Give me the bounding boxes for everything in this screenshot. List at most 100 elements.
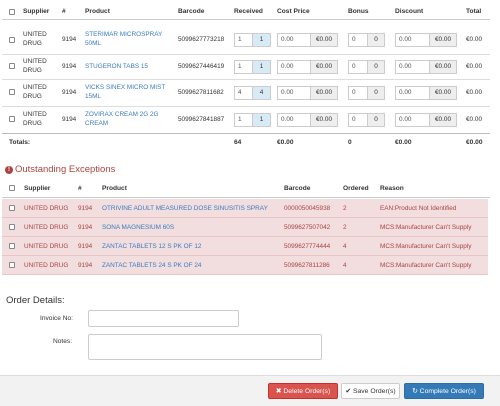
received-input[interactable]: 1	[234, 60, 253, 74]
ordered-cell: 2	[343, 205, 347, 212]
row-checkbox[interactable]	[9, 205, 15, 211]
footer-bar: ✖ Delete Order(s) ✔ Save Order(s) ↻ Comp…	[0, 375, 500, 406]
discount-input[interactable]: 0.00	[395, 60, 430, 74]
discount-input[interactable]: 0.00	[395, 86, 430, 100]
cost-price-input[interactable]: 0.00	[277, 60, 311, 74]
cost-price-addon: €0.00	[311, 33, 338, 47]
row-checkbox[interactable]	[9, 262, 15, 268]
exceptions-title: Outstanding Exceptions	[15, 164, 116, 175]
row-checkbox[interactable]	[9, 89, 15, 95]
notes-textarea[interactable]	[88, 334, 322, 360]
product-link[interactable]: VICKS SINEX MICRO MIST 15ML	[85, 84, 167, 101]
exc-col-reason: Reason	[380, 185, 404, 192]
save-orders-button[interactable]: ✔ Save Order(s)	[341, 383, 400, 399]
cost-price-input[interactable]: 0.00	[277, 86, 311, 100]
ordered-cell: 4	[343, 243, 347, 250]
exceptions-select-all-checkbox[interactable]	[9, 185, 15, 191]
col-cost-price: Cost Price	[277, 8, 310, 15]
supplier-cell: UNITED DRUG	[24, 224, 69, 231]
received-addon: 1	[253, 113, 271, 127]
barcode-cell: 5099627774444	[284, 243, 331, 250]
order-num-cell: 9194	[62, 89, 77, 96]
order-num-cell: 9194	[62, 63, 77, 70]
exc-col-ordered: Ordered	[343, 185, 369, 192]
invoice-input[interactable]	[88, 310, 239, 327]
cost-price-addon: €0.00	[311, 60, 338, 74]
refresh-icon: ↻	[412, 388, 420, 395]
invoice-label: Invoice No:	[40, 315, 73, 322]
order-num-cell: 9194	[78, 243, 93, 250]
received-input[interactable]: 1	[234, 113, 253, 127]
barcode-cell: 5099627841887	[178, 116, 225, 123]
discount-addon: €0.00	[430, 86, 457, 100]
complete-orders-button[interactable]: ↻ Complete Order(s)	[404, 383, 484, 399]
exception-row: UNITED DRUG 9194 ZANTAC TABLETS 24 S PK …	[2, 256, 488, 275]
order-num-cell: 9194	[78, 262, 93, 269]
bonus-addon: 0	[368, 33, 385, 47]
select-all-checkbox[interactable]	[9, 9, 15, 15]
cost-price-input[interactable]: 0.00	[277, 33, 311, 47]
row-checkbox[interactable]	[9, 243, 15, 249]
row-checkbox[interactable]	[9, 224, 15, 230]
reason-cell: MCS:Manufacturer Can't Supply	[380, 262, 472, 269]
barcode-cell: 0000050045938	[284, 205, 331, 212]
bonus-input[interactable]: 0	[348, 113, 368, 127]
order-num-cell: 9194	[78, 224, 93, 231]
totals-total: €0.00	[466, 139, 483, 146]
totals-cost: €0.00	[277, 139, 294, 146]
row-checkbox[interactable]	[9, 116, 15, 122]
cost-price-input[interactable]: 0.00	[277, 113, 311, 127]
col-num: #	[62, 8, 66, 15]
col-received: Received	[234, 8, 263, 15]
supplier-cell: UNITED DRUG	[24, 243, 69, 250]
totals-bonus: 0	[348, 139, 352, 146]
row-checkbox[interactable]	[9, 37, 15, 43]
complete-orders-label: Complete Order(s)	[419, 388, 476, 395]
product-link[interactable]: OTRIVINE ADULT MEASURED DOSE SINUSITIS S…	[102, 205, 268, 212]
delete-orders-button[interactable]: ✖ Delete Order(s)	[268, 383, 338, 399]
order-num-cell: 9194	[62, 116, 77, 123]
exc-col-barcode: Barcode	[284, 185, 311, 192]
total-cell: €0.00	[466, 63, 482, 70]
totals-received: 64	[234, 139, 242, 146]
product-link[interactable]: STUGERON TABS 15	[85, 63, 167, 72]
supplier-cell: UNITED DRUG	[23, 58, 47, 74]
supplier-cell: UNITED DRUG	[24, 262, 69, 269]
bonus-input[interactable]: 0	[348, 86, 368, 100]
received-input[interactable]: 4	[234, 86, 253, 100]
col-product: Product	[85, 8, 110, 15]
totals-label: Totals:	[9, 139, 31, 146]
product-link[interactable]: SONA MAGNESIUM 60S	[102, 224, 174, 231]
delete-orders-label: Delete Order(s)	[283, 388, 331, 395]
product-link[interactable]: ZOVIRAX CREAM 2G 2G CREAM	[85, 111, 167, 128]
col-bonus: Bonus	[348, 8, 369, 15]
bonus-input[interactable]: 0	[348, 60, 368, 74]
discount-addon: €0.00	[430, 60, 457, 74]
discount-addon: €0.00	[430, 113, 457, 127]
ordered-cell: 2	[343, 224, 347, 231]
barcode-cell: 5099627507042	[284, 224, 331, 231]
exc-col-product: Product	[102, 185, 127, 192]
reason-cell: MCS:Manufacturer Can't Supply	[380, 243, 472, 250]
received-input[interactable]: 1	[234, 33, 253, 47]
discount-input[interactable]: 0.00	[395, 33, 430, 47]
product-link[interactable]: ZANTAC TABLETS 24 S PK OF 24	[102, 262, 201, 269]
total-cell: €0.00	[466, 36, 482, 43]
discount-input[interactable]: 0.00	[395, 113, 430, 127]
received-addon: 1	[253, 33, 271, 47]
cost-price-addon: €0.00	[311, 86, 338, 100]
col-supplier: Supplier	[23, 8, 50, 15]
row-checkbox[interactable]	[9, 63, 15, 69]
bonus-addon: 0	[368, 113, 385, 127]
check-icon: ✔	[345, 388, 353, 395]
total-cell: €0.00	[466, 116, 482, 123]
totals-discount: €0.00	[395, 139, 412, 146]
bonus-input[interactable]: 0	[348, 33, 368, 47]
exception-row: UNITED DRUG 9194 SONA MAGNESIUM 60S 5099…	[2, 218, 488, 237]
ordered-cell: 4	[343, 262, 347, 269]
cost-price-addon: €0.00	[311, 113, 338, 127]
product-link[interactable]: STERIMAR MICROSPRAY 50ML	[85, 31, 167, 48]
exception-row: UNITED DRUG 9194 OTRIVINE ADULT MEASURED…	[2, 199, 488, 218]
product-link[interactable]: ZANTAC TABLETS 12 S PK OF 12	[102, 243, 201, 250]
order-details-title: Order Details:	[6, 295, 65, 306]
